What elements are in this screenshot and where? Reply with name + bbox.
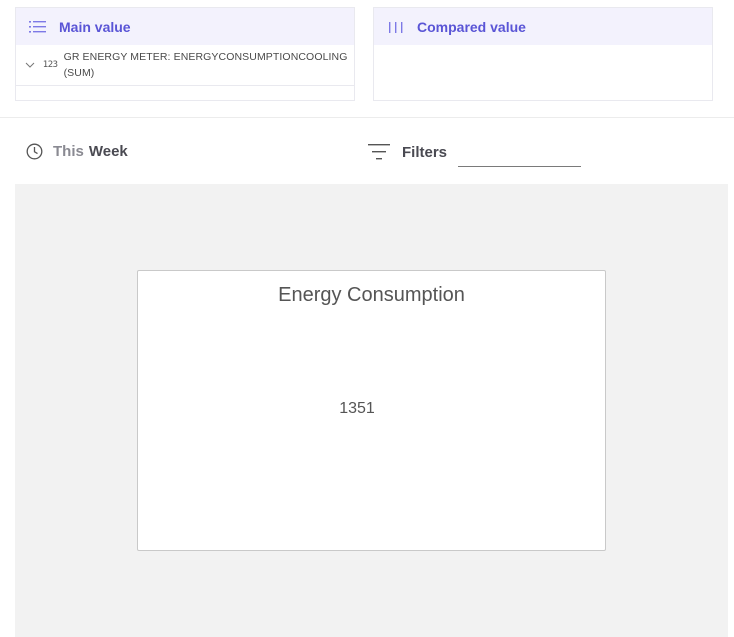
main-value-field[interactable]: 123 GR ENERGY METER: ENERGYCONSUMPTIONCO…: [16, 45, 354, 86]
metric-title: Energy Consumption: [278, 284, 465, 306]
filters-input[interactable]: [458, 145, 582, 167]
dashboard-editor: Main value 123 GR ENERGY METER: ENERGYCO…: [0, 0, 734, 637]
filters-label: Filters: [402, 143, 448, 161]
divider: [0, 117, 734, 118]
compared-value-title: Compared value: [417, 18, 526, 35]
clock-icon: [26, 143, 43, 159]
main-value-panel: Main value 123 GR ENERGY METER: ENERGYCO…: [15, 7, 355, 101]
compared-value-header[interactable]: Compared value: [374, 8, 712, 45]
time-range-unit: Week: [88, 142, 128, 160]
bars-icon: [386, 19, 406, 35]
chevron-down-icon[interactable]: [24, 58, 37, 72]
metric-value: 1351: [339, 400, 375, 417]
report-canvas: Energy Consumption 1351: [15, 184, 728, 637]
time-range-selector[interactable]: This Week: [26, 141, 128, 161]
time-range-prefix: This: [53, 142, 84, 160]
filters-control: Filters: [367, 140, 582, 167]
filter-icon[interactable]: [367, 141, 391, 163]
field-name: GR ENERGY METER: ENERGYCONSUMPTIONCOOLIN…: [63, 51, 348, 79]
list-icon: [28, 19, 48, 35]
compared-value-panel: Compared value: [373, 7, 713, 101]
number-type-icon: 123: [42, 60, 58, 70]
main-value-title: Main value: [59, 18, 131, 35]
main-value-header[interactable]: Main value: [16, 8, 354, 45]
metric-card[interactable]: Energy Consumption 1351: [137, 270, 606, 551]
